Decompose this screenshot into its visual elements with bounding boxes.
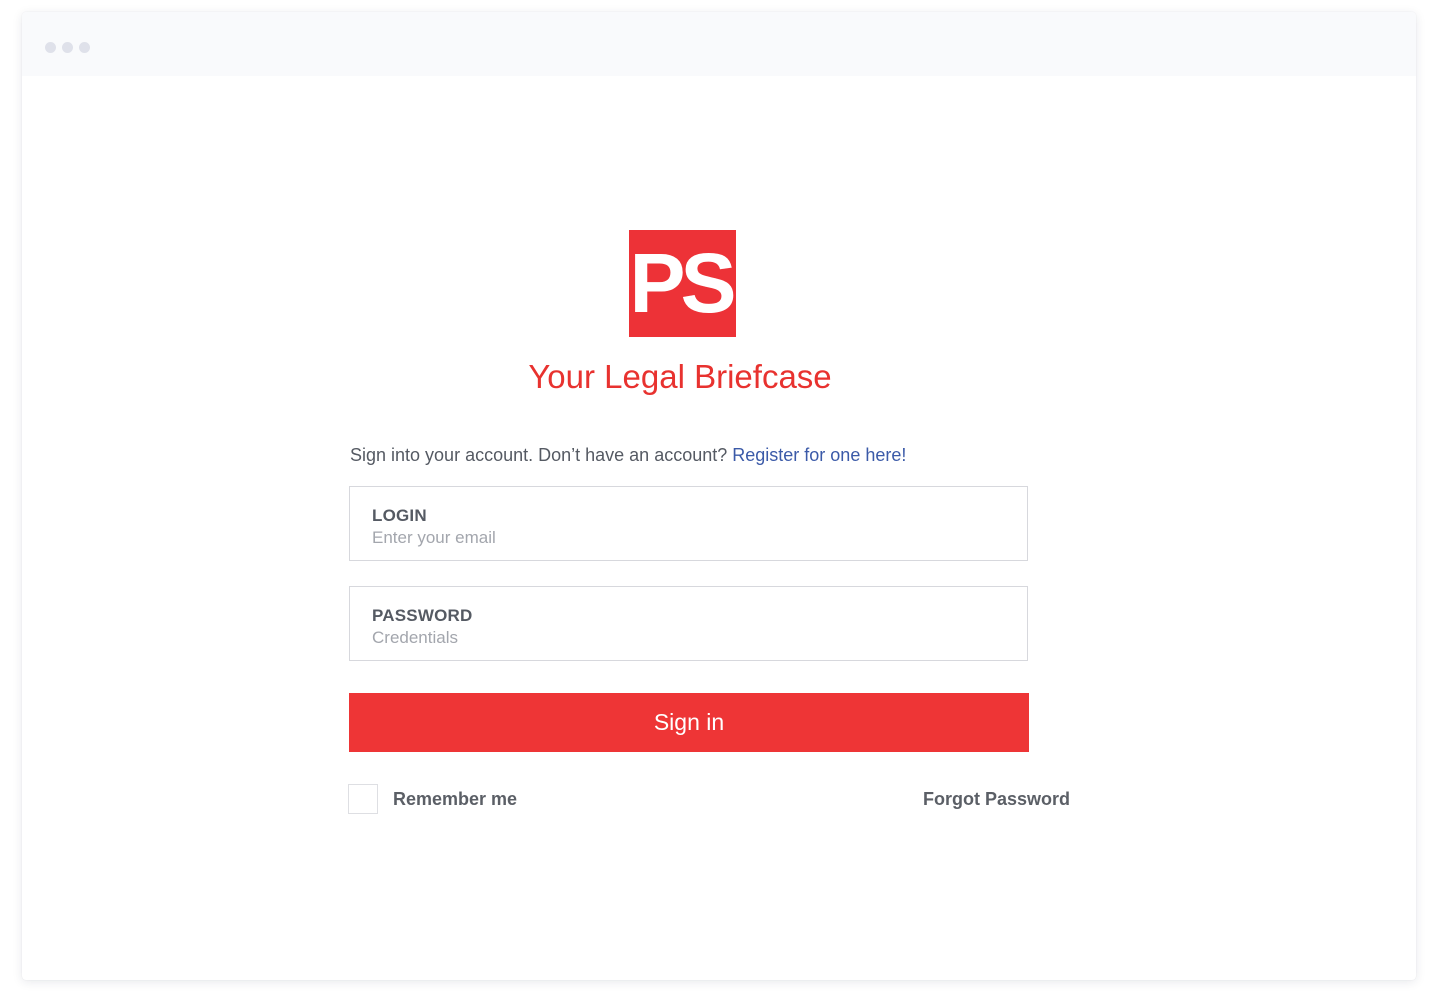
register-link[interactable]: Register for one here! <box>732 445 906 465</box>
login-field[interactable]: LOGIN <box>349 486 1028 561</box>
email-input[interactable] <box>372 527 992 549</box>
ps-logo: PS <box>629 230 737 337</box>
password-input[interactable] <box>372 627 992 649</box>
app-tagline: Your Legal Briefcase <box>528 358 832 395</box>
remember-me-checkbox[interactable] <box>348 784 378 814</box>
window-dot-icon <box>62 42 73 53</box>
password-label: PASSWORD <box>372 606 473 625</box>
window-titlebar <box>22 12 1416 76</box>
window-dot-icon <box>45 42 56 53</box>
forgot-password-link[interactable]: Forgot Password <box>923 787 1070 811</box>
signin-prompt: Sign into your account. Don’t have an ac… <box>350 443 906 467</box>
sign-in-button[interactable]: Sign in <box>349 693 1029 752</box>
window-dot-icon <box>79 42 90 53</box>
signin-prompt-text: Sign into your account. Don’t have an ac… <box>350 445 728 465</box>
remember-me-label[interactable]: Remember me <box>393 787 517 811</box>
login-label: LOGIN <box>372 506 427 525</box>
password-field[interactable]: PASSWORD <box>349 586 1028 661</box>
